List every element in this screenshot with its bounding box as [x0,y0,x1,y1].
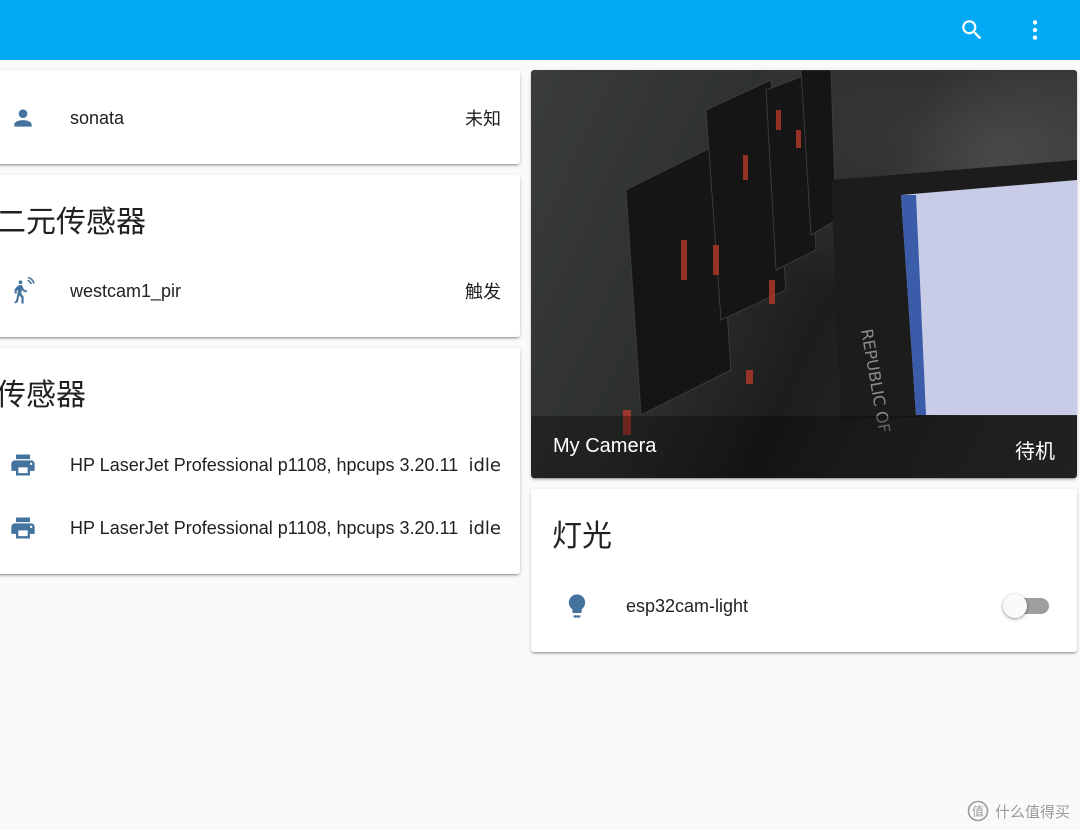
entity-name: esp32cam-light [626,595,749,616]
entity-name: westcam1_pir [70,280,182,301]
search-button[interactable] [948,6,996,54]
entity-row-printer[interactable]: HP LaserJet Professional p1108, hpcups 3… [0,445,520,485]
svg-text:值: 值 [972,804,984,819]
smzdm-logo-icon: 值 [967,800,989,822]
light-card: 灯光 esp32cam-light [531,489,1077,652]
toggle-thumb [1003,594,1027,618]
camera-footer: My Camera 待机 [531,416,1077,478]
camera-title: My Camera [553,435,657,457]
card-title: 二元传感器 [0,205,146,240]
entity-state: 触发 [465,282,501,303]
entity-row-person[interactable]: sonata 未知 [0,98,520,138]
entity-state: idle [468,454,501,476]
entity-name: sonata [70,107,125,128]
binary-sensor-card: 二元传感器 westcam1_pir 触发 [0,175,520,337]
sensor-card: 传感器 HP LaserJet Professional p1108, hpcu… [0,348,520,574]
light-toggle[interactable] [1001,591,1051,621]
entity-state: idle [468,517,501,539]
camera-state: 待机 [1015,439,1055,463]
search-icon [962,20,982,40]
account-icon [3,98,43,138]
entity-state: 未知 [465,109,501,130]
entity-name: HP LaserJet Professional p1108, hpcups 3… [70,454,459,475]
entity-name: HP LaserJet Professional p1108, hpcups 3… [70,517,459,538]
watermark-text: 什么值得买 [994,802,1070,821]
motion-sensor-icon [3,271,43,311]
watermark: 值 什么值得买 [967,800,1070,822]
camera-card[interactable]: REPUBLIC OF My Camera 待机 [531,70,1077,478]
lightbulb-icon[interactable] [557,586,597,626]
card-title: 灯光 [552,519,612,554]
printer-icon [3,445,43,485]
printer-icon [3,508,43,548]
more-options-button[interactable] [1011,6,1059,54]
person-card: sonata 未知 [0,70,520,164]
app-toolbar [0,0,1080,60]
entity-row-motion[interactable]: westcam1_pir 触发 [0,271,520,311]
card-title: 传感器 [0,378,86,413]
more-vert-icon [1032,20,1038,40]
entity-row-printer[interactable]: HP LaserJet Professional p1108, hpcups 3… [0,508,520,548]
entity-row-light[interactable]: esp32cam-light [531,586,1077,626]
